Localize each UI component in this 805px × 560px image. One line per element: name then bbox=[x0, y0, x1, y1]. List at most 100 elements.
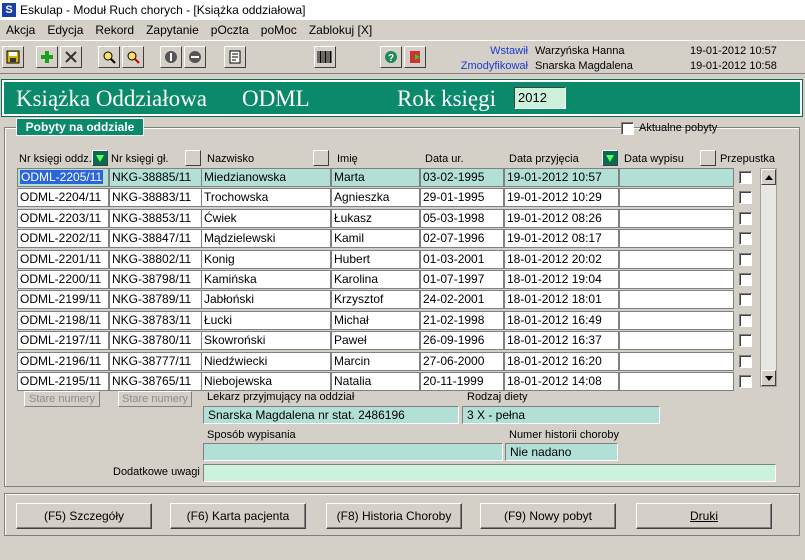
first-name-cell[interactable]: Paweł bbox=[331, 331, 420, 351]
discharge-cell[interactable] bbox=[619, 270, 734, 289]
ward-book-cell[interactable]: ODML-2196/11 bbox=[17, 351, 109, 371]
main-book-cell[interactable]: NKG-38798/11 bbox=[109, 270, 202, 289]
first-name-cell[interactable]: Krzysztof bbox=[331, 290, 420, 310]
surname-cell[interactable]: Jabłoński bbox=[201, 290, 331, 310]
surname-cell[interactable]: Niebojewska bbox=[201, 372, 331, 391]
ward-book-cell[interactable]: ODML-2201/11 bbox=[17, 249, 109, 269]
pass-checkbox[interactable] bbox=[739, 354, 752, 368]
barcode-icon[interactable] bbox=[314, 46, 336, 68]
ward-book-cell[interactable]: ODML-2195/11 bbox=[17, 372, 109, 391]
sort-discharge-icon[interactable] bbox=[700, 150, 716, 166]
tab-stays[interactable]: Pobyty na oddziale bbox=[16, 118, 144, 136]
birth-date-cell[interactable]: 24-02-2001 bbox=[420, 290, 504, 310]
birth-date-cell[interactable]: 03-02-1995 bbox=[420, 168, 504, 187]
ward-book-cell[interactable]: ODML-2200/11 bbox=[17, 270, 109, 289]
search-icon[interactable] bbox=[98, 46, 120, 68]
table-row[interactable]: ODML-2199/11 NKG-38789/11 Jabłoński Krzyszt… bbox=[17, 290, 758, 310]
birth-date-cell[interactable]: 01-03-2001 bbox=[420, 249, 504, 269]
pass-checkbox[interactable] bbox=[739, 252, 752, 266]
main-book-cell[interactable]: NKG-38883/11 bbox=[109, 188, 202, 208]
sort-admission-icon[interactable] bbox=[602, 150, 618, 166]
first-name-cell[interactable]: Agnieszka bbox=[331, 188, 420, 208]
admission-cell[interactable]: 19-01-2012 08:26 bbox=[504, 208, 619, 228]
surname-cell[interactable]: Miedzianowska bbox=[201, 168, 331, 187]
current-stays-checkbox[interactable] bbox=[621, 122, 634, 135]
menu-akcja[interactable]: Akcja bbox=[0, 20, 41, 40]
pass-checkbox[interactable] bbox=[739, 211, 752, 225]
pass-checkbox[interactable] bbox=[739, 232, 752, 246]
details-button[interactable]: (F5) Szczegóły bbox=[16, 503, 152, 529]
surname-cell[interactable]: Trochowska bbox=[201, 188, 331, 208]
discharge-cell[interactable] bbox=[619, 310, 734, 330]
illness-history-button[interactable]: (F8) Historia Choroby bbox=[326, 503, 462, 529]
add-record-icon[interactable] bbox=[36, 46, 58, 68]
search-clear-icon[interactable] bbox=[122, 46, 144, 68]
discharge-cell[interactable] bbox=[619, 168, 734, 187]
ward-book-cell[interactable]: ODML-2203/11 bbox=[17, 208, 109, 228]
pass-checkbox[interactable] bbox=[739, 171, 752, 184]
main-book-cell[interactable]: NKG-38847/11 bbox=[109, 229, 202, 249]
birth-date-cell[interactable]: 01-07-1997 bbox=[420, 270, 504, 289]
main-book-cell[interactable]: NKG-38777/11 bbox=[109, 351, 202, 371]
table-row[interactable]: ODML-2195/11 NKG-38765/11 Niebojewska Natal… bbox=[17, 372, 758, 392]
table-row[interactable]: ODML-2204/11 NKG-38883/11 Trochowska Agnies… bbox=[17, 188, 758, 208]
pass-checkbox[interactable] bbox=[739, 375, 752, 388]
pass-checkbox[interactable] bbox=[739, 273, 752, 286]
old-numbers-button-1[interactable]: Stare numery bbox=[24, 391, 100, 407]
admission-cell[interactable]: 18-01-2012 16:49 bbox=[504, 310, 619, 330]
first-name-cell[interactable]: Łukasz bbox=[331, 208, 420, 228]
admission-cell[interactable]: 18-01-2012 18:01 bbox=[504, 290, 619, 310]
table-scrollbar[interactable] bbox=[760, 168, 777, 387]
main-book-cell[interactable]: NKG-38765/11 bbox=[109, 372, 202, 391]
ward-book-cell[interactable]: ODML-2198/11 bbox=[17, 310, 109, 330]
ward-book-cell[interactable]: ODML-2205/11 bbox=[17, 168, 109, 187]
sort-ward-book-icon[interactable] bbox=[92, 150, 108, 166]
first-name-cell[interactable]: Natalia bbox=[331, 372, 420, 391]
menu-rekord[interactable]: Rekord bbox=[89, 20, 140, 40]
main-book-cell[interactable]: NKG-38789/11 bbox=[109, 290, 202, 310]
birth-date-cell[interactable]: 20-11-1999 bbox=[420, 372, 504, 391]
first-name-cell[interactable]: Marta bbox=[331, 168, 420, 187]
main-book-cell[interactable]: NKG-38802/11 bbox=[109, 249, 202, 269]
first-name-cell[interactable]: Kamil bbox=[331, 229, 420, 249]
notes-field[interactable] bbox=[203, 464, 776, 482]
next-icon[interactable] bbox=[184, 46, 206, 68]
surname-cell[interactable]: Łucki bbox=[201, 310, 331, 330]
admission-cell[interactable]: 18-01-2012 16:37 bbox=[504, 331, 619, 351]
admission-cell[interactable]: 19-01-2012 10:57 bbox=[504, 168, 619, 187]
main-book-cell[interactable]: NKG-38853/11 bbox=[109, 208, 202, 228]
discharge-cell[interactable] bbox=[619, 229, 734, 249]
menu-zapytanie[interactable]: Zapytanie bbox=[140, 20, 205, 40]
exit-icon[interactable] bbox=[404, 46, 426, 68]
admission-cell[interactable]: 18-01-2012 20:02 bbox=[504, 249, 619, 269]
sort-main-book-icon[interactable] bbox=[185, 150, 201, 166]
patient-card-button[interactable]: (F6) Karta pacjenta bbox=[170, 503, 306, 529]
delete-record-icon[interactable] bbox=[60, 46, 82, 68]
birth-date-cell[interactable]: 05-03-1998 bbox=[420, 208, 504, 228]
surname-cell[interactable]: Konig bbox=[201, 249, 331, 269]
first-name-cell[interactable]: Hubert bbox=[331, 249, 420, 269]
table-row[interactable]: ODML-2197/11 NKG-38780/11 Skowroński Paweł 2… bbox=[17, 331, 758, 351]
previous-icon[interactable] bbox=[160, 46, 182, 68]
table-row[interactable]: ODML-2196/11 NKG-38777/11 Niedźwiecki Marci… bbox=[17, 351, 758, 372]
menu-zablokuj[interactable]: Zablokuj [X] bbox=[303, 20, 378, 40]
ward-book-cell[interactable]: ODML-2202/11 bbox=[17, 229, 109, 249]
discharge-cell[interactable] bbox=[619, 188, 734, 208]
surname-cell[interactable]: Mądzielewski bbox=[201, 229, 331, 249]
menu-poczta[interactable]: pOczta bbox=[205, 20, 255, 40]
admission-cell[interactable]: 19-01-2012 10:29 bbox=[504, 188, 619, 208]
birth-date-cell[interactable]: 27-06-2000 bbox=[420, 351, 504, 371]
first-name-cell[interactable]: Michał bbox=[331, 310, 420, 330]
admission-cell[interactable]: 18-01-2012 16:20 bbox=[504, 351, 619, 371]
sort-surname-icon[interactable] bbox=[313, 150, 329, 166]
discharge-cell[interactable] bbox=[619, 372, 734, 391]
discharge-mode-field[interactable] bbox=[203, 443, 503, 461]
main-book-cell[interactable]: NKG-38783/11 bbox=[109, 310, 202, 330]
discharge-cell[interactable] bbox=[619, 249, 734, 269]
main-book-cell[interactable]: NKG-38885/11 bbox=[109, 168, 202, 187]
prints-button[interactable]: Druki bbox=[636, 503, 772, 529]
birth-date-cell[interactable]: 21-02-1998 bbox=[420, 310, 504, 330]
year-input[interactable]: 2012 bbox=[514, 87, 566, 109]
main-book-cell[interactable]: NKG-38780/11 bbox=[109, 331, 202, 351]
table-row[interactable]: ODML-2202/11 NKG-38847/11 Mądzielewski Kami… bbox=[17, 229, 758, 249]
